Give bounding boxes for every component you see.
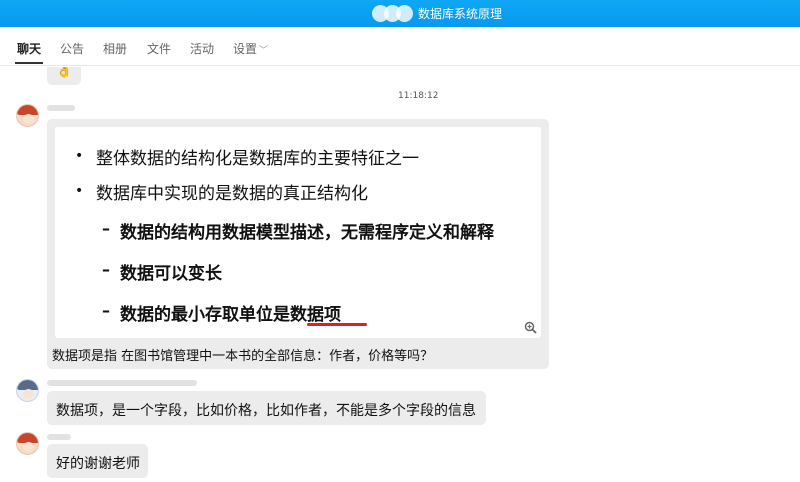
text-message: 数据项，是一个字段，比如价格，比如作者，不能是多个字段的信息 [47, 391, 486, 425]
group-avatar-icon [372, 3, 414, 24]
zoom-in-icon[interactable] [524, 321, 537, 334]
slide-item: 数据库中实现的是数据的真正结构化 [96, 184, 368, 204]
tab-activity[interactable]: 活动 [190, 40, 214, 57]
slide-item: 整体数据的结构化是数据库的主要特征之一 [96, 149, 419, 169]
emoji-message: 👌 [47, 67, 81, 85]
sender-name [47, 434, 71, 440]
window-title: 数据库系统原理 [418, 7, 503, 21]
slide-subitem: 数据可以变长 [120, 264, 222, 284]
tab-album[interactable]: 相册 [103, 40, 127, 57]
tab-files[interactable]: 文件 [147, 40, 171, 57]
slide-subitem: 数据的结构用数据模型描述，无需程序定义和解释 [120, 223, 494, 243]
avatar[interactable] [16, 104, 39, 127]
avatar[interactable] [16, 379, 39, 402]
tab-announcement[interactable]: 公告 [60, 40, 84, 57]
title-bar: 数据库系统原理 [0, 0, 800, 27]
message-text: 数据项是指 在图书馆管理中一本书的全部信息：作者，价格等吗？ [52, 349, 434, 364]
dash-icon: – [102, 301, 110, 320]
avatar[interactable] [16, 432, 39, 455]
slide-image[interactable]: • 整体数据的结构化是数据库的主要特征之一 • 数据库中实现的是数据的真正结构化… [55, 127, 541, 338]
dash-icon: – [102, 219, 110, 238]
chat-area[interactable]: 👌 11:18:12 • 整体数据的结构化是数据库的主要特征之一 • 数据库中实… [0, 67, 800, 482]
bullet-icon: • [75, 183, 84, 199]
sender-name [47, 380, 197, 386]
chevron-down-icon: ﹀ [259, 46, 269, 56]
message-timestamp: 11:18:12 [398, 91, 439, 101]
text-message: 好的谢谢老师 [47, 444, 148, 478]
active-tab-indicator [15, 62, 43, 64]
tab-bar: 聊天 公告 相册 文件 活动 设置 ﹀ [0, 27, 800, 66]
tab-settings[interactable]: 设置 ﹀ [233, 40, 268, 57]
ok-hand-emoji: 👌 [56, 67, 73, 79]
slide-subitem: 数据的最小存取单位是数据项 [120, 305, 341, 325]
dash-icon: – [102, 260, 110, 279]
image-message: • 整体数据的结构化是数据库的主要特征之一 • 数据库中实现的是数据的真正结构化… [47, 119, 549, 369]
tab-settings-label: 设置 [233, 42, 258, 56]
sender-name [47, 105, 75, 111]
message-text: 好的谢谢老师 [56, 456, 140, 472]
red-underline-mark [307, 323, 367, 326]
message-text: 数据项，是一个字段，比如价格，比如作者，不能是多个字段的信息 [56, 403, 476, 419]
tab-chat[interactable]: 聊天 [17, 40, 41, 57]
bullet-icon: • [75, 148, 84, 164]
